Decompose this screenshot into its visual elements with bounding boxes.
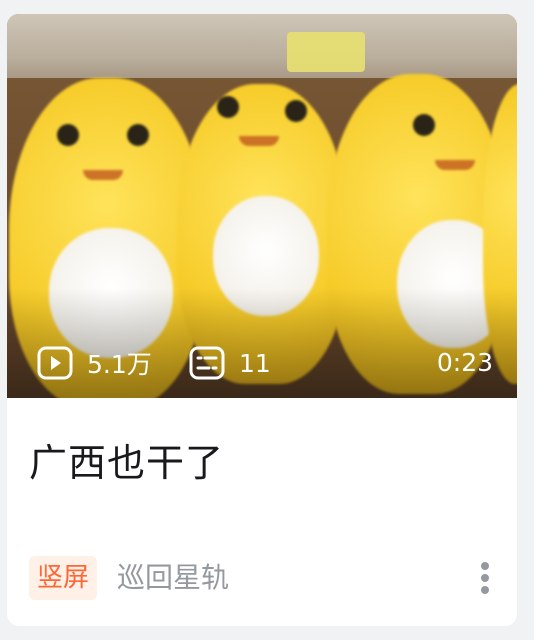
author-name[interactable]: 巡回星轨 (117, 556, 229, 600)
video-duration: 0:23 (436, 348, 493, 377)
more-vertical-icon[interactable] (475, 562, 495, 602)
video-stats-bar: 5.1万 11 0:23 (7, 328, 517, 398)
vertical-screen-badge: 竖屏 (29, 556, 98, 600)
play-count: 5.1万 (37, 346, 152, 380)
danmaku-count: 11 (189, 346, 271, 380)
video-thumbnail[interactable]: 5.1万 11 0:23 (7, 14, 517, 398)
video-title[interactable]: 广西也干了 (29, 432, 224, 487)
danmaku-count-value: 11 (239, 348, 271, 378)
thumbnail-price-tag (287, 32, 365, 72)
play-count-value: 5.1万 (87, 350, 152, 379)
danmaku-count-icon (189, 346, 225, 380)
play-count-icon (37, 346, 73, 380)
thumbnail-shelf (7, 14, 517, 78)
video-card[interactable]: 5.1万 11 0:23 广西也干了 竖屏 巡回星轨 (7, 14, 517, 626)
